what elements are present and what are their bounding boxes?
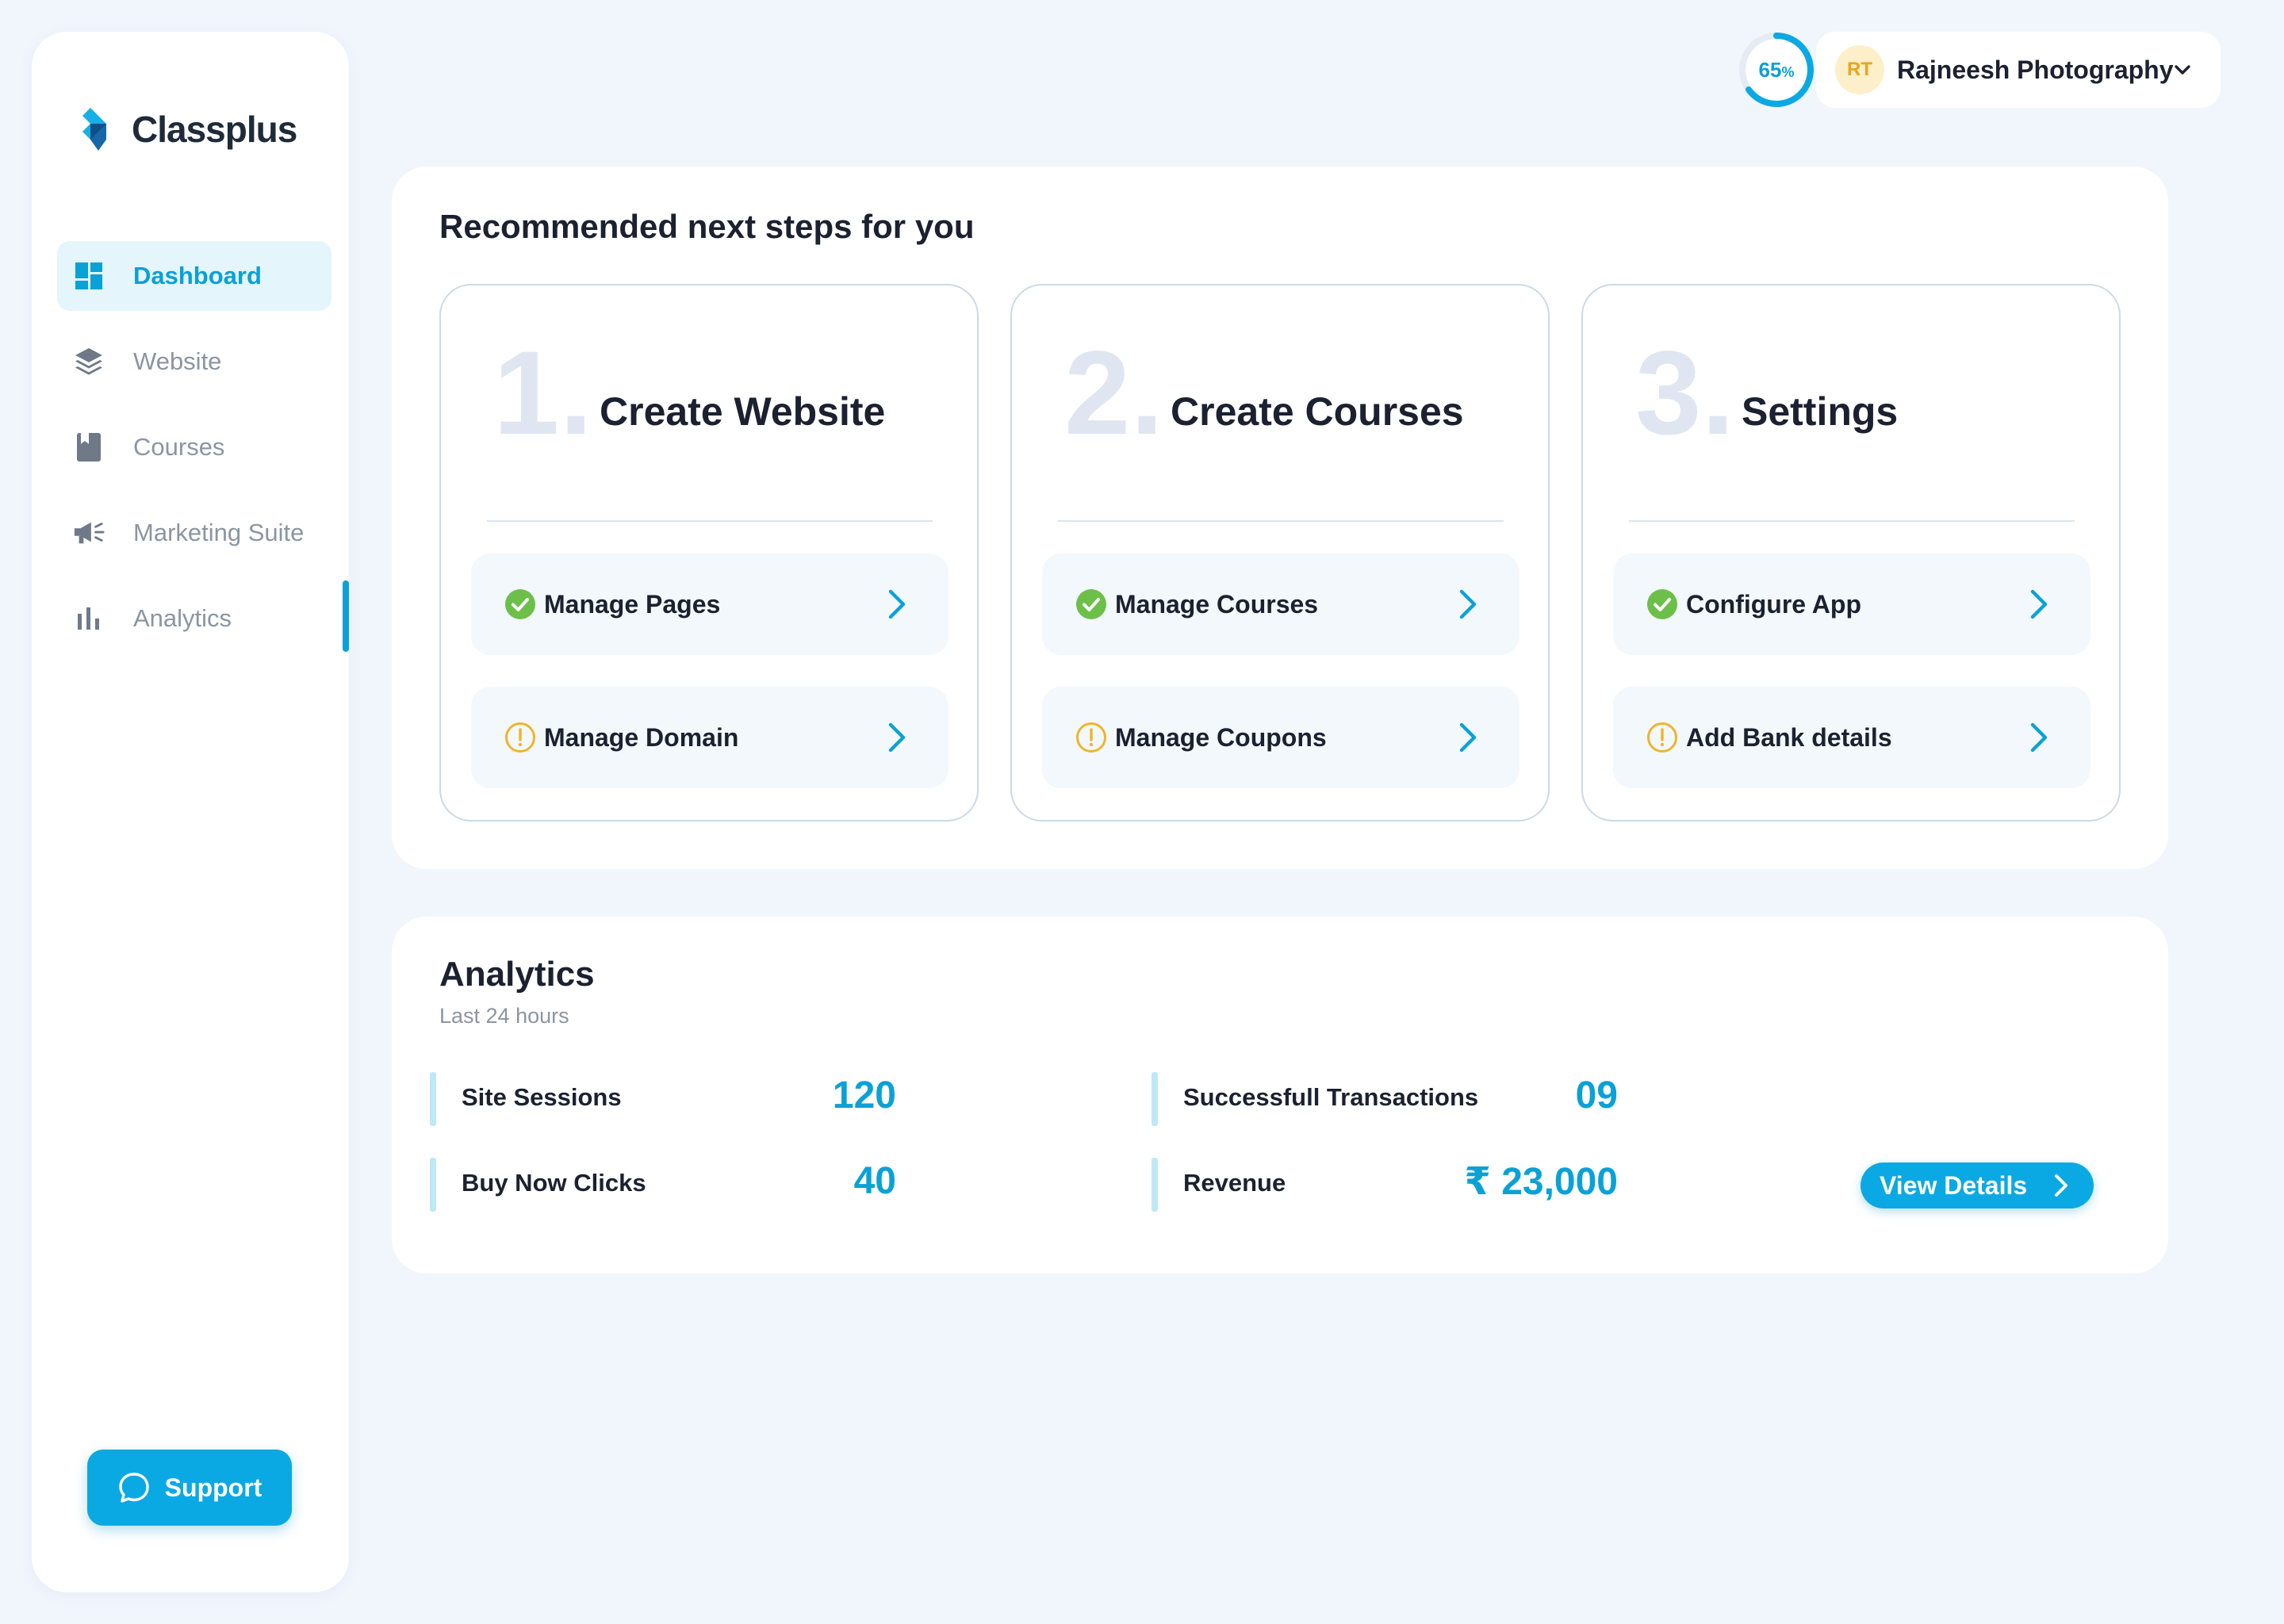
chevron-right-icon: [888, 589, 906, 619]
step-number: 2.: [1064, 326, 1164, 459]
step-item-manage-domain[interactable]: Manage Domain: [471, 687, 948, 788]
metric-revenue: Revenue ₹ 23,000: [1152, 1158, 1618, 1212]
metric-value: 09: [1575, 1074, 1618, 1116]
metric-label: Buy Now Clicks: [462, 1169, 646, 1197]
warning-circle-icon: [1647, 722, 1677, 753]
layers-icon: [73, 346, 105, 377]
warning-circle-icon: [505, 722, 535, 753]
metric-bar: [1152, 1158, 1158, 1212]
metric-value: 120: [832, 1074, 896, 1116]
step-item-label: Add Bank details: [1686, 722, 1892, 752]
book-icon: [73, 431, 105, 463]
metric-label: Site Sessions: [462, 1083, 622, 1111]
step-item-label: Manage Courses: [1115, 589, 1319, 619]
sidebar-item-label: Dashboard: [133, 262, 262, 289]
analytics-subtitle: Last 24 hours: [439, 1004, 569, 1028]
step-card-create-website: 1. Create Website Manage Pages Manage Do…: [439, 284, 979, 822]
sidebar-item-marketing-suite[interactable]: Marketing Suite: [57, 498, 331, 568]
metric-successful-transactions: Successfull Transactions 09: [1152, 1072, 1618, 1126]
step-divider: [487, 520, 933, 522]
step-item-manage-coupons[interactable]: Manage Coupons: [1042, 687, 1519, 788]
metric-site-sessions: Site Sessions 120: [430, 1072, 896, 1126]
chevron-right-icon: [2055, 1174, 2067, 1197]
progress-unit: %: [1781, 63, 1795, 80]
metric-bar: [1152, 1072, 1158, 1126]
metric-value: ₹ 23,000: [1464, 1161, 1618, 1203]
step-item-label: Configure App: [1686, 589, 1861, 619]
step-divider: [1058, 520, 1504, 522]
step-title: Create Website: [600, 389, 886, 434]
view-details-button[interactable]: View Details: [1861, 1162, 2094, 1208]
step-item-label: Manage Coupons: [1115, 722, 1327, 752]
step-item-manage-courses[interactable]: Manage Courses: [1042, 553, 1519, 655]
megaphone-icon: [73, 517, 105, 549]
support-label: Support: [164, 1473, 263, 1502]
step-number: 3.: [1635, 326, 1735, 459]
avatar: RT: [1835, 45, 1884, 94]
check-circle-icon: [505, 589, 535, 619]
chevron-right-icon: [2030, 722, 2048, 753]
step-card-create-courses: 2. Create Courses Manage Courses Manage …: [1010, 284, 1550, 822]
bar-chart-icon: [73, 603, 105, 634]
check-circle-icon: [1647, 589, 1677, 619]
progress-value: 65: [1758, 57, 1782, 82]
step-card-settings: 3. Settings Configure App Add Bank detai…: [1581, 284, 2121, 822]
account-switcher[interactable]: RT Rajneesh Photography: [1816, 32, 2221, 108]
step-item-label: Manage Pages: [544, 589, 721, 619]
chevron-right-icon: [2030, 589, 2048, 619]
sidebar-item-label: Courses: [133, 433, 225, 461]
metric-bar: [430, 1158, 436, 1212]
metric-label: Successfull Transactions: [1183, 1083, 1479, 1111]
chat-bubble-icon: [118, 1473, 149, 1503]
sidebar-item-label: Analytics: [133, 604, 232, 632]
view-details-label: View Details: [1880, 1170, 2028, 1200]
metric-value: 40: [853, 1160, 896, 1202]
metric-bar: [430, 1072, 436, 1126]
sidebar-item-label: Website: [133, 347, 222, 375]
sidebar-item-dashboard[interactable]: Dashboard: [57, 241, 331, 311]
chevron-right-icon: [1459, 589, 1477, 619]
brand-name: Classplus: [132, 109, 297, 150]
step-title: Create Courses: [1171, 389, 1464, 434]
dashboard-icon: [73, 260, 105, 292]
check-circle-icon: [1076, 589, 1106, 619]
recommended-steps-panel: Recommended next steps for you 1. Create…: [392, 167, 2168, 869]
step-item-label: Manage Domain: [544, 722, 739, 752]
step-divider: [1629, 520, 2075, 522]
chevron-down-icon: [2175, 65, 2190, 75]
sidebar-item-courses[interactable]: Courses: [57, 412, 331, 482]
recommended-title: Recommended next steps for you: [439, 208, 975, 245]
setup-progress-label: 65%: [1737, 30, 1816, 109]
sidebar-item-website[interactable]: Website: [57, 327, 331, 396]
metric-label: Revenue: [1183, 1169, 1286, 1197]
chevron-right-icon: [888, 722, 906, 753]
step-item-manage-pages[interactable]: Manage Pages: [471, 553, 948, 655]
sidebar: Classplus Dashboard Website Courses Mark…: [32, 32, 349, 1592]
step-number: 1.: [493, 326, 593, 459]
sidebar-item-label: Marketing Suite: [133, 519, 305, 546]
analytics-panel: Analytics Last 24 hours Site Sessions 12…: [392, 917, 2168, 1274]
metric-buy-now-clicks: Buy Now Clicks 40: [430, 1158, 896, 1212]
step-title: Settings: [1742, 389, 1899, 434]
chevron-right-icon: [1459, 722, 1477, 753]
step-item-configure-app[interactable]: Configure App: [1613, 553, 2090, 655]
support-button[interactable]: Support: [87, 1450, 292, 1526]
step-item-add-bank-details[interactable]: Add Bank details: [1613, 687, 2090, 788]
warning-circle-icon: [1076, 722, 1106, 753]
sidebar-scroll-indicator: [343, 580, 349, 652]
brand-logo[interactable]: Classplus: [79, 105, 297, 154]
classplus-logo-icon: [82, 108, 106, 151]
analytics-title: Analytics: [439, 955, 595, 994]
account-name: Rajneesh Photography: [1897, 55, 2174, 84]
sidebar-item-analytics[interactable]: Analytics: [57, 584, 331, 653]
